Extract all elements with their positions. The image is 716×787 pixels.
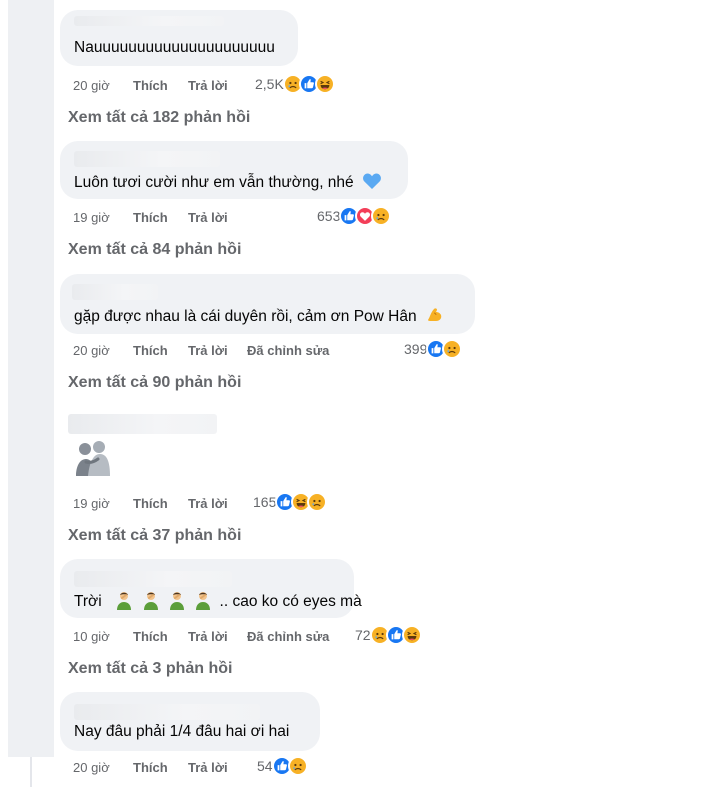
- comment-timestamp[interactable]: 19 giờ: [73, 496, 133, 511]
- reaction-summary[interactable]: 72: [355, 624, 422, 646]
- comment-text: Nauuuuuuuuuuuuuuuuuuuuu: [74, 39, 275, 56]
- like-button[interactable]: Thích: [133, 343, 188, 358]
- author-name-blurred: [72, 284, 158, 300]
- comment-bubble[interactable]: Trời .. cao ko có eyes mà: [60, 559, 362, 618]
- reaction-count: 2,5K: [255, 76, 284, 92]
- like-button[interactable]: Thích: [133, 760, 188, 775]
- comment-timestamp[interactable]: 20 giờ: [73, 343, 133, 358]
- comment-bubble[interactable]: Nay đâu phải 1/4 đâu hai ơi hai: [60, 692, 320, 751]
- like-button[interactable]: Thích: [133, 629, 188, 644]
- reaction-count: 54: [257, 758, 273, 774]
- view-replies-link[interactable]: Xem tất cả 37 phản hồi: [68, 527, 241, 545]
- hugging-people-icon[interactable]: [74, 438, 112, 478]
- comment-actions: 20 giờ Thích Trả lời: [73, 757, 248, 777]
- comment-text: Luôn tươi cười như em vẫn thường, nhé: [74, 174, 354, 191]
- person-facepalming-icon: [114, 590, 134, 610]
- comment-6: Nay đâu phải 1/4 đâu hai ơi hai: [60, 692, 320, 751]
- comment-bubble[interactable]: gặp được nhau là cái duyên rồi, cảm ơn P…: [60, 274, 475, 334]
- comment-bubble[interactable]: Luôn tươi cười như em vẫn thường, nhé: [60, 141, 408, 199]
- reply-button[interactable]: Trả lời: [188, 343, 248, 358]
- person-facepalming-icon: [167, 590, 187, 610]
- comment-5: Trời .. cao ko có eyes mà: [60, 559, 362, 618]
- sad-icon: [371, 206, 392, 226]
- comment-timestamp[interactable]: 20 giờ: [73, 760, 133, 775]
- comment-text: gặp được nhau là cái duyên rồi, cảm ơn P…: [74, 308, 417, 325]
- comment-text-row: Trời .. cao ko có eyes mà: [74, 590, 362, 612]
- sad-icon: [442, 339, 463, 359]
- author-name-blurred: [68, 414, 217, 434]
- sad-icon: [287, 756, 308, 776]
- edited-label[interactable]: Đã chỉnh sửa: [247, 629, 329, 644]
- reaction-count: 653: [317, 208, 341, 224]
- reaction-count: 165: [253, 494, 277, 510]
- thread-indent-background: [8, 0, 54, 757]
- reaction-count: 72: [355, 627, 371, 643]
- haha-icon: [314, 74, 335, 94]
- comment-actions: 20 giờ Thích Trả lời Đã chỉnh sửa: [73, 340, 329, 360]
- reply-button[interactable]: Trả lời: [188, 210, 248, 225]
- edited-label[interactable]: Đã chỉnh sửa: [247, 343, 329, 358]
- view-replies-link[interactable]: Xem tất cả 3 phản hồi: [68, 660, 232, 678]
- reaction-summary[interactable]: 2,5K: [255, 73, 335, 95]
- comment-text: Nay đâu phải 1/4 đâu hai ơi hai: [74, 723, 290, 740]
- reaction-summary[interactable]: 165: [253, 491, 328, 513]
- comment-timestamp[interactable]: 20 giờ: [73, 78, 133, 93]
- comment-3: gặp được nhau là cái duyên rồi, cảm ơn P…: [60, 274, 475, 334]
- comment-text-row: gặp được nhau là cái duyên rồi, cảm ơn P…: [74, 304, 445, 330]
- comment-actions: 20 giờ Thích Trả lời: [73, 75, 248, 95]
- like-button[interactable]: Thích: [133, 210, 188, 225]
- reply-button[interactable]: Trả lời: [188, 760, 248, 775]
- blue-heart-icon: [362, 172, 382, 196]
- reply-button[interactable]: Trả lời: [188, 496, 248, 511]
- view-replies-link[interactable]: Xem tất cả 182 phản hồi: [68, 109, 250, 127]
- comment-2: Luôn tươi cười như em vẫn thường, nhé: [60, 141, 408, 199]
- author-name-blurred: [74, 704, 260, 720]
- person-facepalming-icon: [193, 590, 213, 610]
- author-name-blurred: [74, 16, 224, 26]
- comment-actions: 10 giờ Thích Trả lời Đã chỉnh sửa: [73, 626, 329, 646]
- comment-text-row: Luôn tươi cười như em vẫn thường, nhé: [74, 172, 382, 196]
- reaction-summary[interactable]: 653: [317, 205, 392, 227]
- view-replies-link[interactable]: Xem tất cả 84 phản hồi: [68, 241, 241, 259]
- reply-button[interactable]: Trả lời: [188, 629, 248, 644]
- haha-icon: [401, 625, 422, 645]
- thread-connector-line: [30, 757, 32, 787]
- comment-actions: 19 giờ Thích Trả lời: [73, 207, 248, 227]
- person-facepalming-icon: [141, 590, 161, 610]
- comment-1: Nauuuuuuuuuuuuuuuuuuuuu: [60, 10, 298, 66]
- reaction-summary[interactable]: 54: [257, 755, 308, 777]
- like-button[interactable]: Thích: [133, 78, 188, 93]
- comment-bubble[interactable]: Nauuuuuuuuuuuuuuuuuuuuu: [60, 10, 298, 66]
- comment-text-suffix: .. cao ko có eyes mà: [219, 593, 362, 610]
- like-button[interactable]: Thích: [133, 496, 188, 511]
- author-name-blurred: [74, 151, 220, 167]
- reaction-summary[interactable]: 399: [404, 338, 463, 360]
- view-replies-link[interactable]: Xem tất cả 90 phản hồi: [68, 374, 241, 392]
- flexed-biceps-icon: [425, 304, 445, 330]
- author-name-blurred: [74, 571, 232, 587]
- comment-timestamp[interactable]: 10 giờ: [73, 629, 133, 644]
- reply-button[interactable]: Trả lời: [188, 78, 248, 93]
- comment-actions: 19 giờ Thích Trả lời: [73, 493, 248, 513]
- comment-text-prefix: Trời: [74, 593, 102, 610]
- reaction-count: 399: [404, 341, 428, 357]
- sad-icon: [307, 492, 328, 512]
- comment-timestamp[interactable]: 19 giờ: [73, 210, 133, 225]
